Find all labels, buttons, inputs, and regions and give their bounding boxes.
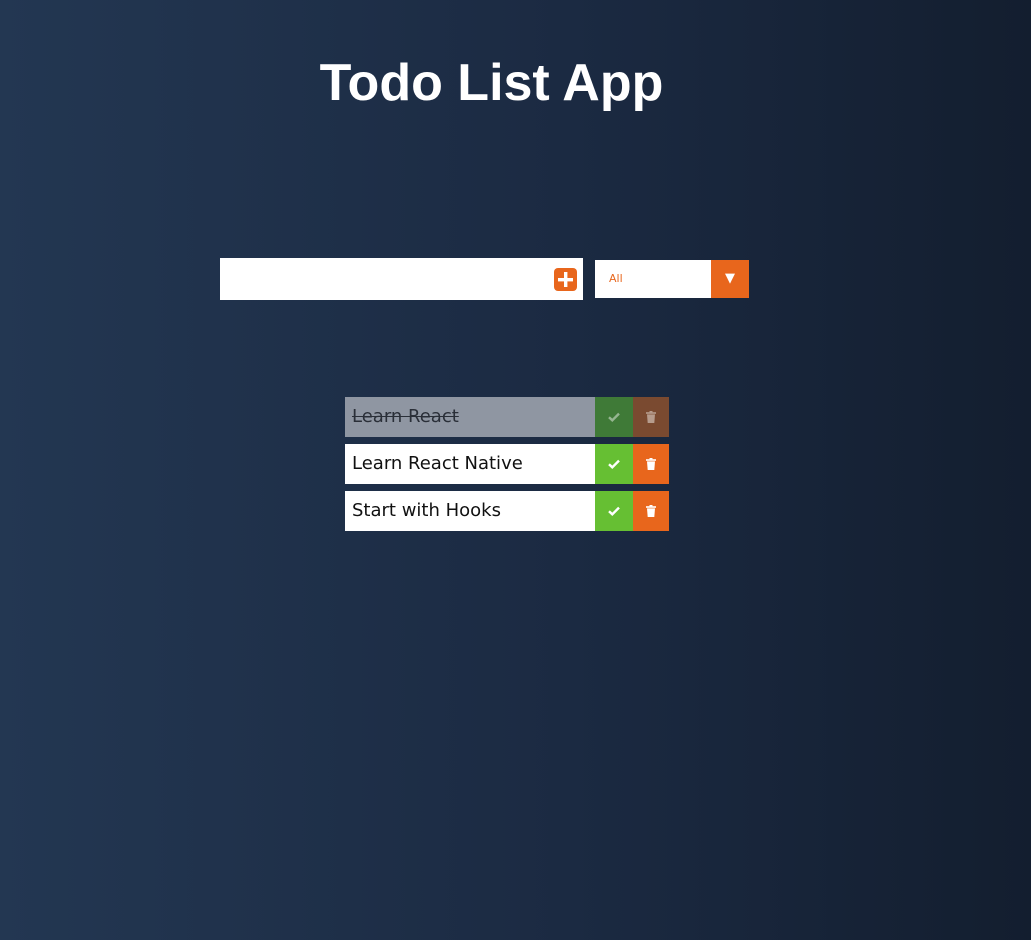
page-title: Todo List App: [319, 54, 664, 112]
todo-item: Learn React Native: [345, 444, 669, 484]
trash-icon: [646, 505, 656, 517]
complete-button[interactable]: [595, 444, 633, 484]
todo-item: Learn React: [345, 397, 669, 437]
todo-text: Learn React Native: [352, 453, 523, 474]
filter-selected-value: All: [609, 272, 623, 285]
delete-button[interactable]: [633, 397, 669, 437]
todo-input-container: [220, 258, 583, 300]
delete-button[interactable]: [633, 491, 669, 531]
add-todo-button[interactable]: [554, 268, 577, 291]
complete-button[interactable]: [595, 397, 633, 437]
todo-form: All ▼: [220, 258, 750, 300]
plus-square-icon: [558, 272, 573, 287]
todo-input[interactable]: [220, 258, 550, 300]
delete-button[interactable]: [633, 444, 669, 484]
trash-icon: [646, 411, 656, 423]
check-icon: [608, 412, 620, 422]
todo-text: Start with Hooks: [352, 500, 501, 521]
filter-select[interactable]: All ▼: [595, 260, 749, 298]
trash-icon: [646, 458, 656, 470]
todo-list: Learn React Learn React Native Start wit…: [345, 397, 669, 538]
dropdown-arrow-icon[interactable]: ▼: [711, 260, 749, 298]
check-icon: [608, 459, 620, 469]
todo-text: Learn React: [352, 406, 459, 427]
todo-item: Start with Hooks: [345, 491, 669, 531]
complete-button[interactable]: [595, 491, 633, 531]
check-icon: [608, 506, 620, 516]
